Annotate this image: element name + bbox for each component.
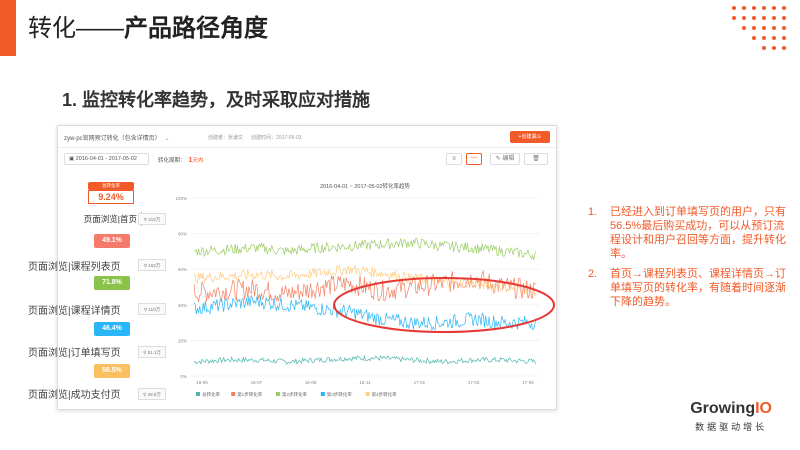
decorative-dot xyxy=(752,16,756,20)
decorative-dot xyxy=(732,16,736,20)
new-funnel-button[interactable]: +创建漏斗 xyxy=(510,131,550,143)
insight-note: 1. 已经进入到订单填写页的用户，只有56.5%最后购买成功，可以从预订流程设计和… xyxy=(588,206,786,260)
decorative-dot xyxy=(762,6,766,10)
total-rate-value: 9.24% xyxy=(88,190,134,204)
decorative-dot xyxy=(742,6,746,10)
calendar-icon: ▣ xyxy=(69,156,76,162)
chevron-down-icon: ⌄ xyxy=(164,136,170,142)
legend-swatch xyxy=(196,392,200,396)
y-tick-label: 0% xyxy=(180,374,187,379)
series-line xyxy=(193,237,537,260)
decorative-dot xyxy=(742,16,746,20)
decorative-dot xyxy=(772,36,776,40)
legend-label: 第3步转化率 xyxy=(327,391,353,398)
step-rate-badge: 49.1% xyxy=(94,234,130,248)
funnel-step-label: 页面浏览|课程详情页 xyxy=(28,306,121,317)
date-range-picker[interactable]: ▣ 2016-04-01 - 2017-05-02 xyxy=(64,153,149,165)
legend-label: 第4步转化率 xyxy=(372,391,398,398)
y-tick-label: 40% xyxy=(178,303,187,308)
funnel-step-label: 页面浏览|订单填写页 xyxy=(28,348,121,359)
legend-label: 第2步转化率 xyxy=(282,391,308,398)
report-toolbar: ▣ 2016-04-01 - 2017-05-02 转化周期： 1天内 ≡ 〰 ✎… xyxy=(58,150,556,168)
y-tick-label: 20% xyxy=(178,338,187,343)
funnel-step-label: 页面浏览|课程列表页 xyxy=(28,262,121,273)
x-tick-label: 17-05 xyxy=(522,380,534,385)
step-rate-badge: 71.8% xyxy=(94,276,130,290)
slide-subtitle: 1. 监控转化率趋势，及时采取应对措施 xyxy=(62,90,371,110)
x-tick-label: 16-05 xyxy=(196,380,208,385)
step-rate-badge: 46.4% xyxy=(94,322,130,336)
insight-notes: 1. 已经进入到订单填写页的用户，只有56.5%最后购买成功，可以从预订流程设计和… xyxy=(588,205,788,315)
decorative-dot xyxy=(782,6,786,10)
x-tick-label: 16-07 xyxy=(251,380,263,385)
decorative-dot xyxy=(762,46,766,50)
x-tick-label: 17-01 xyxy=(414,380,426,385)
y-tick-label: 80% xyxy=(178,232,187,237)
decorative-dot xyxy=(782,46,786,50)
legend-label: 总转化率 xyxy=(202,391,220,398)
legend-swatch xyxy=(365,392,370,396)
line-view-icon[interactable]: 〰 xyxy=(466,153,482,165)
report-header: zyw-pc官网预订转化（包含详情页） ⌄ 创建者：张谦文 创建时间：2017-05… xyxy=(58,126,556,148)
legend-swatch xyxy=(231,392,236,396)
report-selector[interactable]: zyw-pc官网预订转化（包含详情页） ⌄ xyxy=(64,133,170,142)
report-meta: 创建者：张谦文 创建时间：2017-05-03 xyxy=(208,135,302,141)
x-tick-label: 16-09 xyxy=(305,380,317,385)
decorative-dot xyxy=(762,16,766,20)
decorative-dot xyxy=(762,36,766,40)
bar-view-icon[interactable]: ≡ xyxy=(446,153,462,165)
funnel-report-screenshot: zyw-pc官网预订转化（包含详情页） ⌄ 创建者：张谦文 创建时间：2017-05… xyxy=(57,125,557,410)
series-line xyxy=(193,354,537,366)
decorative-dots xyxy=(732,6,792,56)
decorative-dot xyxy=(762,26,766,30)
conversion-period: 转化周期： 1天内 xyxy=(158,157,204,164)
growingio-logo: GrowingIO 数据驱动增长 xyxy=(690,400,772,432)
x-tick-label: 16-11 xyxy=(359,380,371,385)
decorative-dot xyxy=(772,46,776,50)
funnel-step-count: ⚲ 51.1万 xyxy=(138,346,166,358)
x-tick-label: 17-03 xyxy=(468,380,480,385)
step-rate-badge: 56.5% xyxy=(94,364,130,378)
y-tick-label: 100% xyxy=(175,196,187,201)
funnel-steps: 总转化率 9.24% 页面浏览|首页 ⚲ 313万 49.1% ⚲ 153万 7… xyxy=(58,168,168,409)
decorative-dot xyxy=(732,6,736,10)
insight-note: 2. 首页→课程列表页、课程详情页→订单填写页的转化率，有随着时间逐渐下降的趋势。 xyxy=(588,268,786,308)
chart-title: 2016-04-01 ~ 2017-05-02转化率趋势 xyxy=(320,182,411,190)
decorative-dot xyxy=(742,26,746,30)
edit-button[interactable]: ✎ 编辑 xyxy=(490,153,520,165)
trash-icon: 🗑 xyxy=(532,156,540,162)
legend-swatch xyxy=(320,392,325,396)
total-rate-tag: 总转化率 xyxy=(88,182,134,190)
decorative-dot xyxy=(752,36,756,40)
funnel-step-label: 页面浏览|成功支付页 xyxy=(28,390,121,401)
decorative-dot xyxy=(782,16,786,20)
funnel-step-count: ⚲ 313万 xyxy=(138,213,166,225)
decorative-dot xyxy=(772,16,776,20)
slide-title: 转化——产品路径角度 xyxy=(28,15,268,42)
funnel-step-count: ⚲ 153万 xyxy=(138,259,166,271)
decorative-dot xyxy=(752,6,756,10)
pencil-icon: ✎ xyxy=(495,156,501,162)
funnel-step-count: ⚲ 110万 xyxy=(138,303,166,315)
legend-label: 第1步转化率 xyxy=(237,391,263,398)
decorative-dot xyxy=(752,26,756,30)
highlight-ellipse xyxy=(333,277,555,333)
y-tick-label: 60% xyxy=(178,267,187,272)
decorative-dot xyxy=(772,6,776,10)
decorative-dot xyxy=(782,36,786,40)
legend-swatch xyxy=(276,392,280,396)
decorative-dot xyxy=(772,26,776,30)
accent-bar xyxy=(0,0,16,56)
funnel-step-count: ⚲ 28.9万 xyxy=(138,388,166,400)
delete-button[interactable]: 🗑 xyxy=(524,153,548,165)
funnel-step-label: 页面浏览|首页 xyxy=(62,212,142,226)
decorative-dot xyxy=(782,26,786,30)
